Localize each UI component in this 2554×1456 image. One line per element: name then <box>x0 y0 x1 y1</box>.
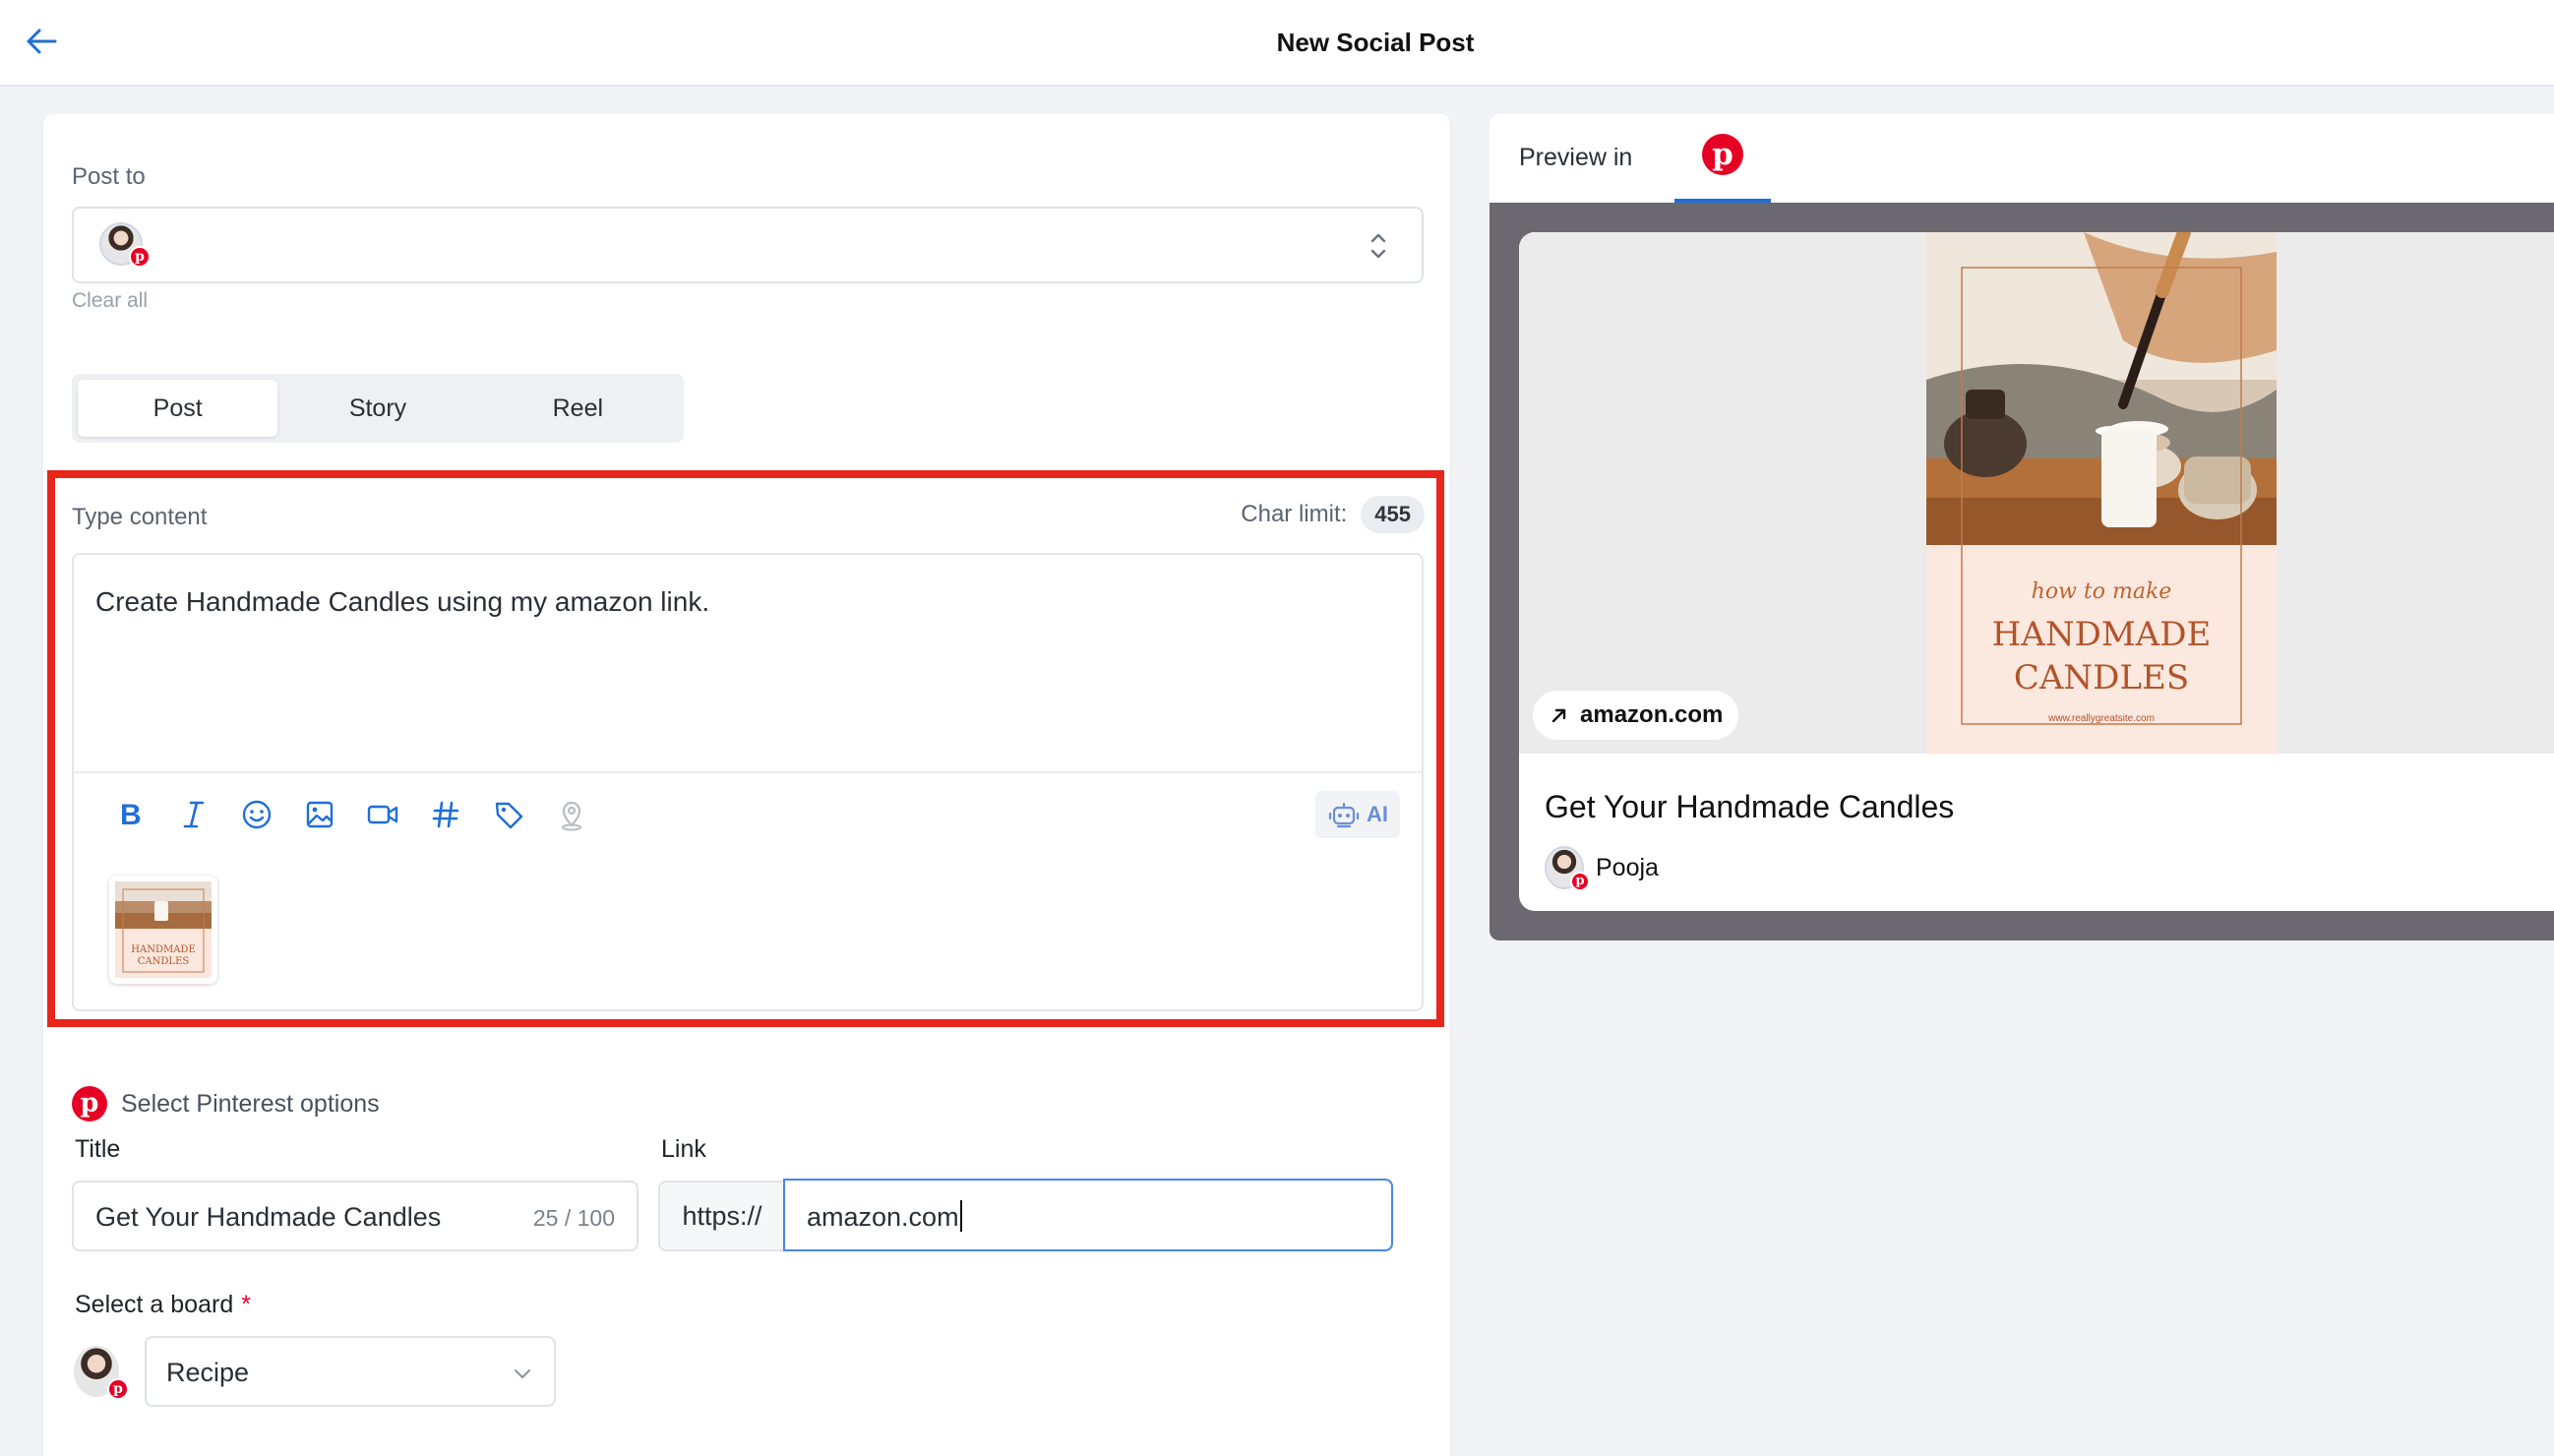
title-char-count: 25 / 100 <box>532 1205 615 1231</box>
chevron-updown-icon <box>1367 228 1390 264</box>
link-value: amazon.com <box>807 1200 962 1233</box>
title-input[interactable]: Get Your Handmade Candles 25 / 100 <box>72 1181 638 1251</box>
pin-title: Get Your Handmade Candles <box>1545 789 1955 824</box>
preview-panel: Preview in p how to make HANDMADE CANDLE… <box>1490 114 2554 940</box>
pinterest-badge-icon: p <box>1570 872 1590 891</box>
pin-user-name: Pooja <box>1596 853 1659 881</box>
tab-story[interactable]: Story <box>277 380 477 437</box>
board-label: Select a board * <box>75 1291 251 1318</box>
tab-reel[interactable]: Reel <box>478 380 678 437</box>
preview-tab-pinterest[interactable]: p <box>1674 114 1771 203</box>
pinterest-badge-icon: p <box>107 1378 129 1400</box>
text-caret <box>959 1200 962 1232</box>
post-type-tabs: Post Story Reel <box>72 374 684 443</box>
pin-image-line2: HANDMADE <box>1992 615 2212 654</box>
pinterest-logo-icon: p <box>72 1086 107 1122</box>
required-marker: * <box>241 1291 251 1318</box>
pin-preview-card: how to make HANDMADE CANDLES www.reallyg… <box>1519 232 2554 911</box>
board-select[interactable]: Recipe <box>145 1336 556 1407</box>
pin-image-area: how to make HANDMADE CANDLES www.reallyg… <box>1519 232 2554 754</box>
pinterest-badge-icon: p <box>129 246 151 268</box>
board-value: Recipe <box>166 1358 250 1387</box>
link-protocol-prefix: https:// <box>658 1181 784 1251</box>
top-bar: New Social Post <box>0 0 2554 87</box>
content-highlight-box <box>47 470 1444 1027</box>
title-value: Get Your Handmade Candles <box>95 1202 442 1232</box>
pin-image-line1: how to make <box>2032 579 2172 604</box>
post-to-select[interactable]: p <box>72 207 1424 283</box>
pinterest-logo-icon: p <box>1702 134 1743 175</box>
pin-user-avatar: p <box>1545 846 1590 891</box>
page-title: New Social Post <box>1276 28 1475 57</box>
pin-domain-chip[interactable]: amazon.com <box>1533 691 1739 740</box>
pin-image-line3: CANDLES <box>2014 658 2189 698</box>
link-label: Link <box>661 1135 706 1163</box>
link-input[interactable]: amazon.com <box>783 1179 1393 1251</box>
pinterest-options-label: Select Pinterest options <box>121 1089 380 1118</box>
external-arrow-icon <box>1551 708 1566 723</box>
preview-stage: how to make HANDMADE CANDLES www.reallyg… <box>1490 203 2554 940</box>
tab-post[interactable]: Post <box>78 380 278 437</box>
preview-label: Preview in <box>1519 144 1633 171</box>
chevron-down-icon <box>515 1369 530 1378</box>
pin-image-url: www.reallygreatsite.com <box>2047 713 2155 724</box>
pin-user: p Pooja <box>1545 846 1659 891</box>
pin-image: how to make HANDMADE CANDLES www.reallyg… <box>1926 232 2277 754</box>
pin-domain-text: amazon.com <box>1580 701 1724 728</box>
title-label: Title <box>75 1135 121 1163</box>
clear-all-link[interactable]: Clear all <box>72 289 148 313</box>
preview-header: Preview in p <box>1490 114 2554 203</box>
pinterest-options-header: p Select Pinterest options <box>72 1086 380 1122</box>
post-to-label: Post to <box>72 163 146 190</box>
